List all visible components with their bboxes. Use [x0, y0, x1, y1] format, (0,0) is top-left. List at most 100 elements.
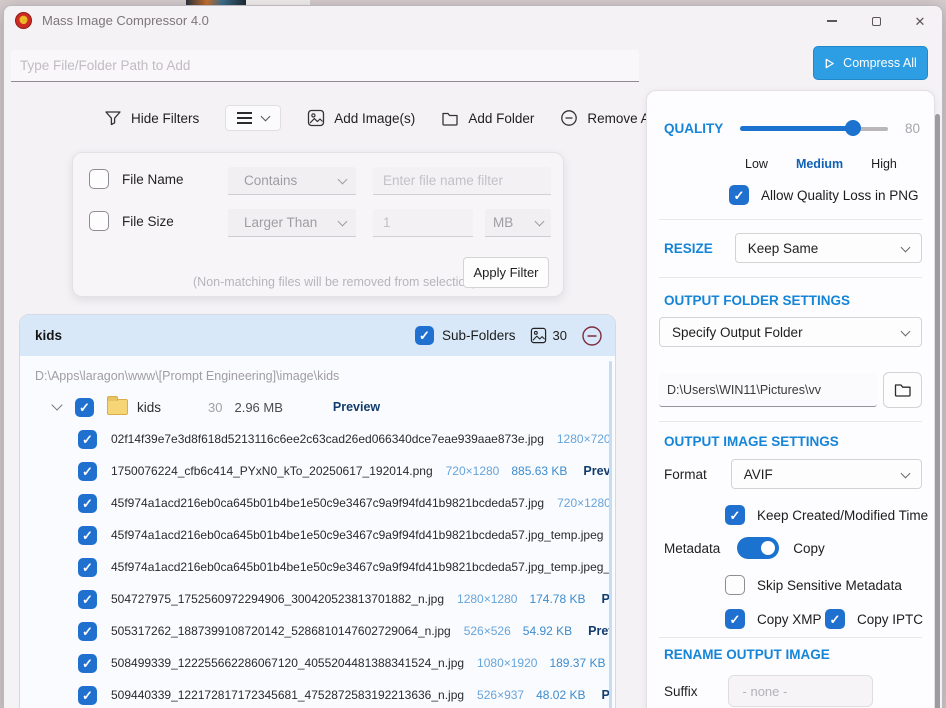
file-name-filter-placeholder: Enter file name filter	[383, 173, 503, 188]
file-row[interactable]: 505317262_1887399108720142_5286810147602…	[20, 615, 609, 647]
file-size-value-input[interactable]: 1	[373, 209, 473, 237]
file-size-unit-select[interactable]: MB	[485, 209, 551, 237]
chevron-down-icon	[901, 326, 911, 336]
quality-slider[interactable]	[740, 119, 888, 137]
folder-checkbox[interactable]	[75, 398, 94, 417]
divider	[659, 421, 922, 422]
minimize-button[interactable]	[810, 6, 854, 36]
output-folder-path-input[interactable]: D:\Users\WIN11\Pictures\vv	[659, 373, 877, 407]
output-folder-mode-select[interactable]: Specify Output Folder	[659, 317, 922, 347]
chevron-down-icon	[338, 175, 348, 185]
remove-group-button[interactable]	[581, 325, 603, 347]
file-preview-link[interactable]: Preview	[583, 464, 609, 478]
file-name: 45f974a1acd216eb0ca645b01b4be1e50c9e3467…	[111, 528, 603, 542]
preset-medium[interactable]: Medium	[796, 157, 843, 171]
file-name: 02f14f39e7e3d8f618d5213116c6ee2c63cad26e…	[111, 432, 544, 446]
file-row[interactable]: 509440339_122172817172345681_47528725831…	[20, 679, 609, 708]
file-name: 45f974a1acd216eb0ca645b01b4be1e50c9e3467…	[111, 560, 609, 574]
toggle-knob	[761, 541, 775, 555]
file-checkbox[interactable]	[78, 494, 97, 513]
output-folder-mode-value: Specify Output Folder	[672, 325, 803, 340]
compress-all-button[interactable]: Compress All	[813, 46, 928, 80]
resize-select[interactable]: Keep Same	[735, 233, 922, 263]
divider	[659, 219, 922, 220]
folder-open-icon	[893, 380, 913, 400]
toolbar: Hide Filters Add Image(s) Add Folder Rem…	[104, 101, 656, 135]
file-checkbox[interactable]	[78, 622, 97, 641]
app-icon: C	[15, 12, 32, 29]
apply-filter-button[interactable]: Apply Filter	[463, 257, 549, 288]
apply-filter-label: Apply Filter	[473, 265, 538, 280]
file-size-operator-select[interactable]: Larger Than	[228, 209, 356, 237]
file-size-filter-label: File Size	[122, 214, 174, 229]
add-folder-button[interactable]: Add Folder	[441, 109, 534, 127]
suffix-select[interactable]: - none -	[728, 675, 873, 707]
tree-expander-icon[interactable]	[51, 399, 62, 410]
file-row[interactable]: 504727975_1752560972294906_3004205238137…	[20, 583, 609, 615]
file-size: 48.02 KB	[536, 688, 585, 702]
window-scrollbar[interactable]	[935, 92, 940, 708]
file-checkbox[interactable]	[78, 654, 97, 673]
file-row[interactable]: 1750076224_cfb6c414_PYxN0_kTo_20250617_1…	[20, 455, 609, 487]
file-preview-link[interactable]: Preview	[601, 592, 609, 606]
preset-high[interactable]: High	[871, 157, 897, 171]
keep-time-checkbox[interactable]	[725, 505, 745, 525]
file-name-filter-label: File Name	[122, 172, 184, 187]
image-count-icon	[530, 327, 547, 344]
file-size: 54.92 KB	[523, 624, 572, 638]
copy-iptc-label: Copy IPTC	[857, 612, 923, 627]
file-checkbox[interactable]	[78, 526, 97, 545]
file-row[interactable]: 45f974a1acd216eb0ca645b01b4be1e50c9e3467…	[20, 551, 609, 583]
compress-all-label: Compress All	[843, 56, 917, 70]
file-checkbox[interactable]	[78, 430, 97, 449]
preset-low[interactable]: Low	[745, 157, 768, 171]
skip-sensitive-checkbox[interactable]	[725, 575, 745, 595]
file-checkbox[interactable]	[78, 462, 97, 481]
remove-all-button[interactable]: Remove All	[560, 109, 655, 127]
file-preview-link[interactable]: Preview	[588, 624, 609, 638]
suffix-value: - none -	[743, 684, 788, 699]
file-row[interactable]: 45f974a1acd216eb0ca645b01b4be1e50c9e3467…	[20, 487, 609, 519]
chevron-down-icon	[535, 217, 545, 227]
suffix-label: Suffix	[664, 684, 698, 699]
folder-tree-row[interactable]: kids 30 2.96 MB Preview	[20, 393, 380, 421]
app-window: C Mass Image Compressor 4.0 ✕ Type File/…	[3, 5, 943, 708]
file-checkbox[interactable]	[78, 558, 97, 577]
file-checkbox[interactable]	[78, 590, 97, 609]
chevron-down-icon	[338, 217, 348, 227]
image-icon	[307, 109, 325, 127]
allow-quality-loss-png-checkbox[interactable]	[729, 185, 749, 205]
file-row[interactable]: 02f14f39e7e3d8f618d5213116c6ee2c63cad26e…	[20, 423, 609, 455]
add-images-button[interactable]: Add Image(s)	[307, 109, 415, 127]
group-path: D:\Apps\laragon\www\[Prompt Engineering]…	[35, 369, 339, 383]
file-name-filter-checkbox[interactable]	[89, 169, 109, 189]
output-folder-path-value: D:\Users\WIN11\Pictures\vv	[667, 383, 821, 397]
hide-filters-button[interactable]: Hide Filters	[104, 109, 199, 127]
folder-preview-link[interactable]: Preview	[333, 400, 380, 414]
scrollbar-thumb[interactable]	[935, 114, 940, 708]
file-name: 1750076224_cfb6c414_PYxN0_kTo_20250617_1…	[111, 464, 433, 478]
path-input[interactable]: Type File/Folder Path to Add	[11, 50, 639, 82]
file-name-operator-select[interactable]: Contains	[228, 167, 356, 195]
browse-folder-button[interactable]	[883, 372, 922, 408]
path-input-placeholder: Type File/Folder Path to Add	[20, 58, 190, 73]
file-preview-link[interactable]: Preview	[601, 688, 609, 702]
maximize-button[interactable]	[854, 6, 898, 36]
metadata-toggle[interactable]	[737, 537, 779, 559]
file-size-filter-checkbox[interactable]	[89, 211, 109, 231]
file-row[interactable]: 508499339_122255662286067120_40552044813…	[20, 647, 609, 679]
minimize-icon	[827, 20, 837, 22]
file-list-scrollbar[interactable]	[609, 361, 612, 708]
copy-iptc-checkbox[interactable]	[825, 609, 845, 629]
file-row[interactable]: 45f974a1acd216eb0ca645b01b4be1e50c9e3467…	[20, 519, 609, 551]
close-button[interactable]: ✕	[898, 6, 942, 36]
list-menu-button[interactable]	[225, 105, 281, 130]
copy-xmp-checkbox[interactable]	[725, 609, 745, 629]
file-dimensions: 526×937	[477, 688, 524, 702]
slider-thumb[interactable]	[845, 120, 861, 136]
file-name-filter-input[interactable]: Enter file name filter	[373, 167, 551, 195]
subfolders-checkbox[interactable]	[415, 326, 434, 345]
file-checkbox[interactable]	[78, 686, 97, 705]
format-select[interactable]: AVIF	[731, 459, 922, 489]
file-dimensions: 720×1280	[446, 464, 500, 478]
